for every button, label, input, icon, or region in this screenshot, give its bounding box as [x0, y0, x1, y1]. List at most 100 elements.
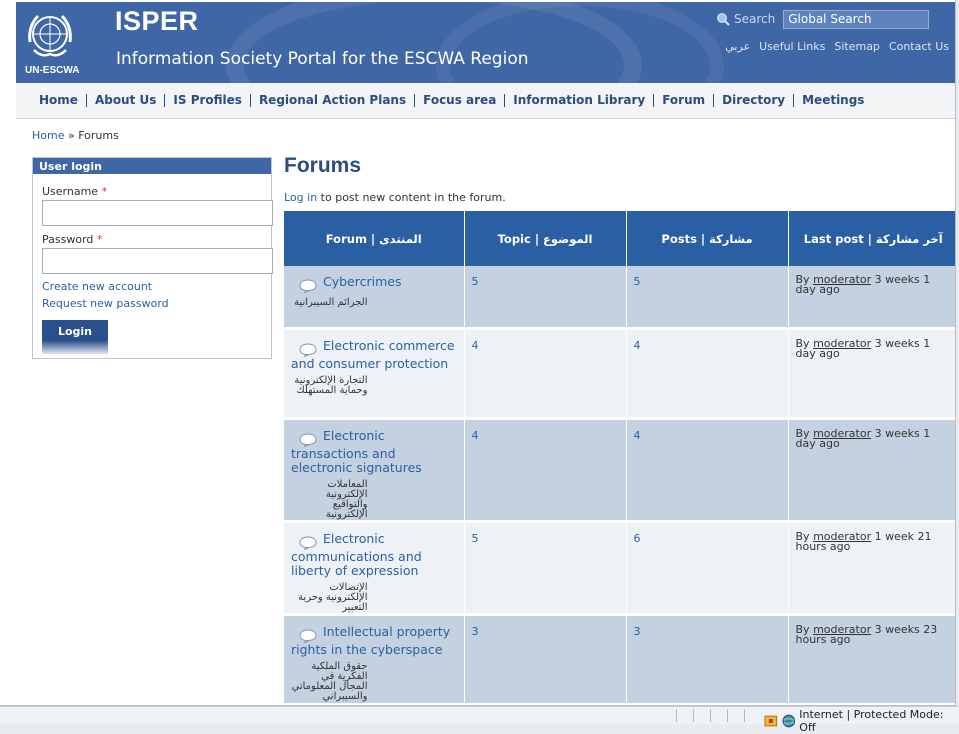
nav-is-profiles[interactable]: IS Profiles — [165, 94, 251, 107]
utility-links: عربي Useful Links Sitemap Contact Us — [725, 40, 949, 53]
topic-count-cell: 3 — [464, 614, 627, 705]
topic-count[interactable]: 4 — [472, 429, 479, 442]
username-label-text: Username — [42, 185, 99, 198]
column-header-forum[interactable]: Forum | المنتدى — [284, 211, 465, 266]
forum-name-arabic: حقوق الملكية الفكرية في المجال المعلومات… — [291, 660, 368, 702]
warning-icon — [764, 715, 778, 727]
breadcrumb-current: Forums — [78, 129, 119, 142]
forum-name-arabic: التجارة الإلكترونية وحماية المستهلك — [294, 374, 368, 396]
table-header-row: Forum | المنتدى Topic | الموضوع Posts | … — [284, 211, 955, 266]
post-count-cell: 4 — [626, 328, 789, 420]
site-header: UN-ESCWA ISPER Information Society Porta… — [16, 2, 955, 83]
util-link-useful-links[interactable]: Useful Links — [759, 40, 825, 53]
forum-name-link[interactable]: Cybercrimes — [323, 274, 401, 289]
topic-count[interactable]: 3 — [472, 625, 479, 638]
nav-regional-action-plans[interactable]: Regional Action Plans — [251, 94, 416, 107]
column-header-topic[interactable]: Topic | الموضوع — [464, 211, 627, 266]
main-nav: Home About Us IS Profiles Regional Actio… — [16, 83, 955, 119]
breadcrumb-home[interactable]: Home — [32, 129, 64, 142]
zone-text: Internet | Protected Mode: Off — [799, 708, 944, 734]
forum-cell: Intellectual property rights in the cybe… — [284, 614, 465, 705]
search-label[interactable]: Search — [734, 12, 775, 26]
nav-focus-area[interactable]: Focus area — [415, 94, 506, 107]
username-field[interactable] — [42, 200, 273, 226]
topic-count-cell: 5 — [464, 266, 627, 330]
util-link-contact-us[interactable]: Contact Us — [889, 40, 949, 53]
speech-bubble-icon — [299, 279, 317, 293]
topic-count[interactable]: 4 — [472, 339, 479, 352]
column-header-last-post[interactable]: Last post | آخر مشاركة — [788, 211, 955, 266]
post-count[interactable]: 4 — [634, 429, 641, 442]
speech-bubble-icon — [299, 342, 317, 357]
un-emblem-icon[interactable] — [24, 8, 76, 60]
nav-about-us[interactable]: About Us — [87, 94, 166, 107]
util-link-sitemap[interactable]: Sitemap — [834, 40, 880, 53]
table-row: Cybercrimes الجرائم السيبرانية 5 5 By modera… — [284, 266, 955, 330]
table-row: Electronic communications and liberty of… — [284, 521, 955, 616]
last-post-cell: By moderator 3 weeks 1 day ago — [788, 418, 955, 523]
nav-forum[interactable]: Forum — [654, 94, 715, 107]
status-dividers — [676, 709, 745, 722]
topic-count-cell: 5 — [464, 521, 627, 616]
last-post-cell: By moderator 3 weeks 1 day ago — [788, 328, 955, 420]
create-account-link[interactable]: Create new account — [42, 280, 152, 293]
table-row: Electronic commerce and consumer protect… — [284, 328, 955, 420]
username-label: Username * — [42, 185, 107, 198]
post-count[interactable]: 5 — [634, 275, 641, 288]
topic-count-cell: 4 — [464, 418, 627, 523]
post-count[interactable]: 4 — [634, 339, 641, 352]
browser-status-bar: Internet | Protected Mode: Off — [0, 706, 959, 734]
nav-home[interactable]: Home — [31, 94, 87, 107]
nav-information-library[interactable]: Information Library — [505, 94, 655, 107]
browser-content: UN-ESCWA ISPER Information Society Porta… — [0, 0, 956, 706]
forum-cell: Cybercrimes الجرائم السيبرانية — [284, 266, 465, 330]
password-label: Password * — [42, 233, 102, 246]
request-password-link[interactable]: Request new password — [42, 297, 169, 310]
topic-count[interactable]: 5 — [472, 532, 479, 545]
column-header-posts[interactable]: Posts | مشاركة — [626, 211, 789, 266]
nav-meetings[interactable]: Meetings — [794, 94, 872, 107]
logo-text: UN-ESCWA — [25, 65, 80, 76]
speech-bubble-icon — [299, 432, 317, 447]
search-icon[interactable] — [716, 12, 730, 26]
forum-name-arabic: المعاملات الإلكترونية والتواقيع الإلكترو… — [325, 478, 368, 520]
post-count[interactable]: 6 — [634, 532, 641, 545]
login-button[interactable]: Login — [42, 320, 108, 354]
header-watermark-secondary — [436, 2, 724, 83]
forum-name-arabic: الجرائم السيبرانية — [294, 297, 368, 308]
globe-icon — [782, 714, 795, 728]
password-field[interactable] — [42, 248, 273, 274]
post-hint: Log in to post new content in the forum. — [284, 191, 506, 204]
forum-cell: Electronic communications and liberty of… — [284, 521, 465, 616]
login-title: User login — [33, 158, 271, 174]
last-post-cell: By moderator 3 weeks 1 day ago — [788, 266, 955, 330]
util-link-arabic[interactable]: عربي — [725, 40, 750, 53]
table-row: Electronic transactions and electronic s… — [284, 418, 955, 523]
last-post-cell: By moderator 1 week 21 hours ago — [788, 521, 955, 616]
password-label-text: Password — [42, 233, 94, 246]
post-count[interactable]: 3 — [634, 625, 641, 638]
page-title: Forums — [284, 154, 362, 177]
nav-directory[interactable]: Directory — [714, 94, 795, 107]
user-login-block: User login Username * Password * Create … — [32, 157, 273, 359]
search-input[interactable] — [783, 9, 930, 29]
table-row: Intellectual property rights in the cybe… — [284, 614, 955, 705]
last-post-cell: By moderator 3 weeks 23 hours ago — [788, 614, 955, 705]
forum-name-arabic: الإتصالات الإلكترونية وحرية التعبير — [298, 581, 368, 613]
speech-bubble-icon — [299, 628, 317, 643]
security-zone[interactable]: Internet | Protected Mode: Off — [764, 708, 959, 734]
forum-cell: Electronic commerce and consumer protect… — [284, 328, 465, 420]
forum-table: Forum | المنتدى Topic | الموضوع Posts | … — [284, 211, 955, 705]
post-count-cell: 3 — [626, 614, 789, 705]
site-name[interactable]: ISPER — [115, 6, 199, 37]
global-search: Search — [716, 9, 930, 29]
breadcrumb-separator: » — [64, 129, 79, 142]
speech-bubble-icon — [299, 535, 317, 550]
post-hint-text: to post new content in the forum. — [317, 191, 506, 204]
post-count-cell: 5 — [626, 266, 789, 330]
topic-count[interactable]: 5 — [472, 275, 479, 288]
forum-cell: Electronic transactions and electronic s… — [284, 418, 465, 523]
login-link[interactable]: Log in — [284, 191, 317, 204]
required-mark: * — [96, 233, 103, 246]
post-count-cell: 6 — [626, 521, 789, 616]
